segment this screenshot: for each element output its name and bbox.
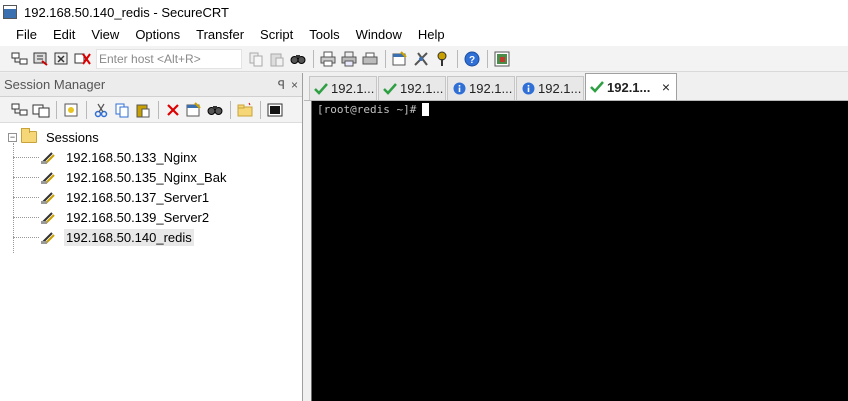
tab-label: 192.1...	[538, 81, 582, 96]
session-icon	[41, 192, 55, 204]
menu-window[interactable]: Window	[348, 25, 410, 45]
print-selection-icon[interactable]	[339, 49, 359, 69]
connect-icon[interactable]	[10, 100, 30, 120]
quick-connect-icon[interactable]	[31, 49, 51, 69]
session-label: 192.168.50.137_Server1	[66, 189, 210, 205]
folder-icon	[21, 128, 37, 143]
session-item[interactable]: 192.168.50.139_Server2	[0, 207, 302, 227]
paste-icon[interactable]	[133, 100, 153, 120]
main-toolbar: ?	[0, 46, 848, 72]
tab-label: 192.1...	[400, 81, 444, 96]
session-label: 192.168.50.135_Nginx_Bak	[66, 169, 227, 185]
session-label: 192.168.50.133_Nginx	[66, 149, 197, 165]
menu-file[interactable]: File	[8, 25, 45, 45]
tree-root-sessions[interactable]: − Sessions	[0, 127, 302, 147]
cut-icon[interactable]	[91, 100, 111, 120]
toolbar-separator	[313, 49, 314, 68]
toolbar-separator	[385, 49, 386, 68]
session-item[interactable]: 192.168.50.135_Nginx_Bak	[0, 167, 302, 187]
menu-view[interactable]: View	[83, 25, 127, 45]
connected-check-icon	[314, 82, 328, 96]
tab-label: 192.1...	[331, 81, 375, 96]
menu-transfer[interactable]: Transfer	[188, 25, 252, 45]
printer-setup-icon[interactable]	[360, 49, 380, 69]
print-icon[interactable]	[318, 49, 338, 69]
terminal-prompt: [root@redis ~]#	[317, 103, 417, 116]
menu-script[interactable]: Script	[252, 25, 301, 45]
session-label: 192.168.50.139_Server2	[66, 209, 210, 225]
session-tab[interactable]: 192.1...	[378, 76, 446, 100]
menu-edit[interactable]: Edit	[45, 25, 83, 45]
new-folder-icon[interactable]	[235, 100, 255, 120]
toolbar-separator	[230, 100, 231, 119]
close-panel-icon[interactable]: ×	[291, 78, 298, 92]
session-tab[interactable]: 192.1...	[447, 76, 515, 100]
session-manager-toolbar	[0, 97, 302, 123]
find-icon[interactable]	[205, 100, 225, 120]
find-icon[interactable]	[288, 49, 308, 69]
tree-root-label: Sessions	[46, 129, 99, 145]
sftp-icon[interactable]	[492, 49, 512, 69]
toolbar-separator	[86, 100, 87, 119]
collapse-icon[interactable]: −	[8, 132, 17, 142]
keymap-icon[interactable]	[432, 49, 452, 69]
session-icon	[41, 152, 55, 164]
session-item-selected[interactable]: 192.168.50.140_redis	[0, 227, 302, 247]
terminal-view[interactable]: [root@redis ~]#	[311, 101, 848, 401]
tab-label: 192.1...	[469, 81, 513, 96]
help-icon[interactable]: ?	[462, 49, 482, 69]
menu-tools[interactable]: Tools	[301, 25, 347, 45]
close-tab-icon[interactable]: ×	[662, 79, 670, 95]
session-icon	[41, 212, 55, 224]
terminal-line: [root@redis ~]#	[317, 103, 430, 116]
toolbar-separator	[487, 49, 488, 68]
session-tab-active[interactable]: 192.1... ×	[585, 73, 677, 100]
info-icon	[521, 82, 535, 96]
session-window-icon[interactable]	[265, 100, 285, 120]
terminal-cursor	[422, 103, 430, 116]
securecrt-app-icon	[3, 5, 17, 19]
new-session-icon[interactable]	[61, 100, 81, 120]
connected-check-icon	[383, 82, 397, 96]
toolbar-separator	[56, 100, 57, 119]
properties-icon[interactable]	[184, 100, 204, 120]
connect-tab-icon[interactable]	[31, 100, 51, 120]
global-options-icon[interactable]	[411, 49, 431, 69]
session-item[interactable]: 192.168.50.133_Nginx	[0, 147, 302, 167]
session-icon	[41, 232, 55, 244]
svg-text:?: ?	[469, 55, 475, 66]
toolbar-separator	[457, 49, 458, 68]
connect-icon[interactable]	[10, 49, 30, 69]
copy-icon[interactable]	[246, 49, 266, 69]
session-item[interactable]: 192.168.50.137_Server1	[0, 187, 302, 207]
session-tab[interactable]: 192.1...	[309, 76, 377, 100]
enter-host-input[interactable]	[96, 48, 242, 69]
session-manager-title: Session Manager	[4, 77, 106, 92]
copy-icon[interactable]	[112, 100, 132, 120]
session-icon	[41, 172, 55, 184]
disconnect-icon[interactable]	[73, 49, 93, 69]
connected-check-icon	[590, 80, 604, 94]
session-manager-panel: Session Manager ꟼ × − Sessions 192.168.5…	[0, 73, 303, 401]
menu-bar: File Edit View Options Transfer Script T…	[0, 24, 848, 46]
delete-icon[interactable]	[163, 100, 183, 120]
session-tree: − Sessions 192.168.50.133_Nginx 192.168.…	[0, 123, 302, 253]
toolbar-separator	[158, 100, 159, 119]
tab-label: 192.1...	[607, 79, 651, 95]
menu-options[interactable]: Options	[127, 25, 188, 45]
session-tab-strip: 192.1... 192.1... 192.1... 192.1... 192.…	[304, 73, 848, 101]
reconnect-icon[interactable]	[52, 49, 72, 69]
session-tab[interactable]: 192.1...	[516, 76, 584, 100]
session-label: 192.168.50.140_redis	[64, 228, 194, 246]
session-manager-header: Session Manager ꟼ ×	[0, 73, 302, 97]
session-options-icon[interactable]	[390, 49, 410, 69]
title-bar: 192.168.50.140_redis - SecureCRT	[0, 0, 848, 24]
toolbar-separator	[260, 100, 261, 119]
pin-icon[interactable]: ꟼ	[278, 78, 285, 92]
paste-icon[interactable]	[267, 49, 287, 69]
info-icon	[452, 82, 466, 96]
window-title: 192.168.50.140_redis - SecureCRT	[24, 4, 229, 20]
menu-help[interactable]: Help	[410, 25, 453, 45]
